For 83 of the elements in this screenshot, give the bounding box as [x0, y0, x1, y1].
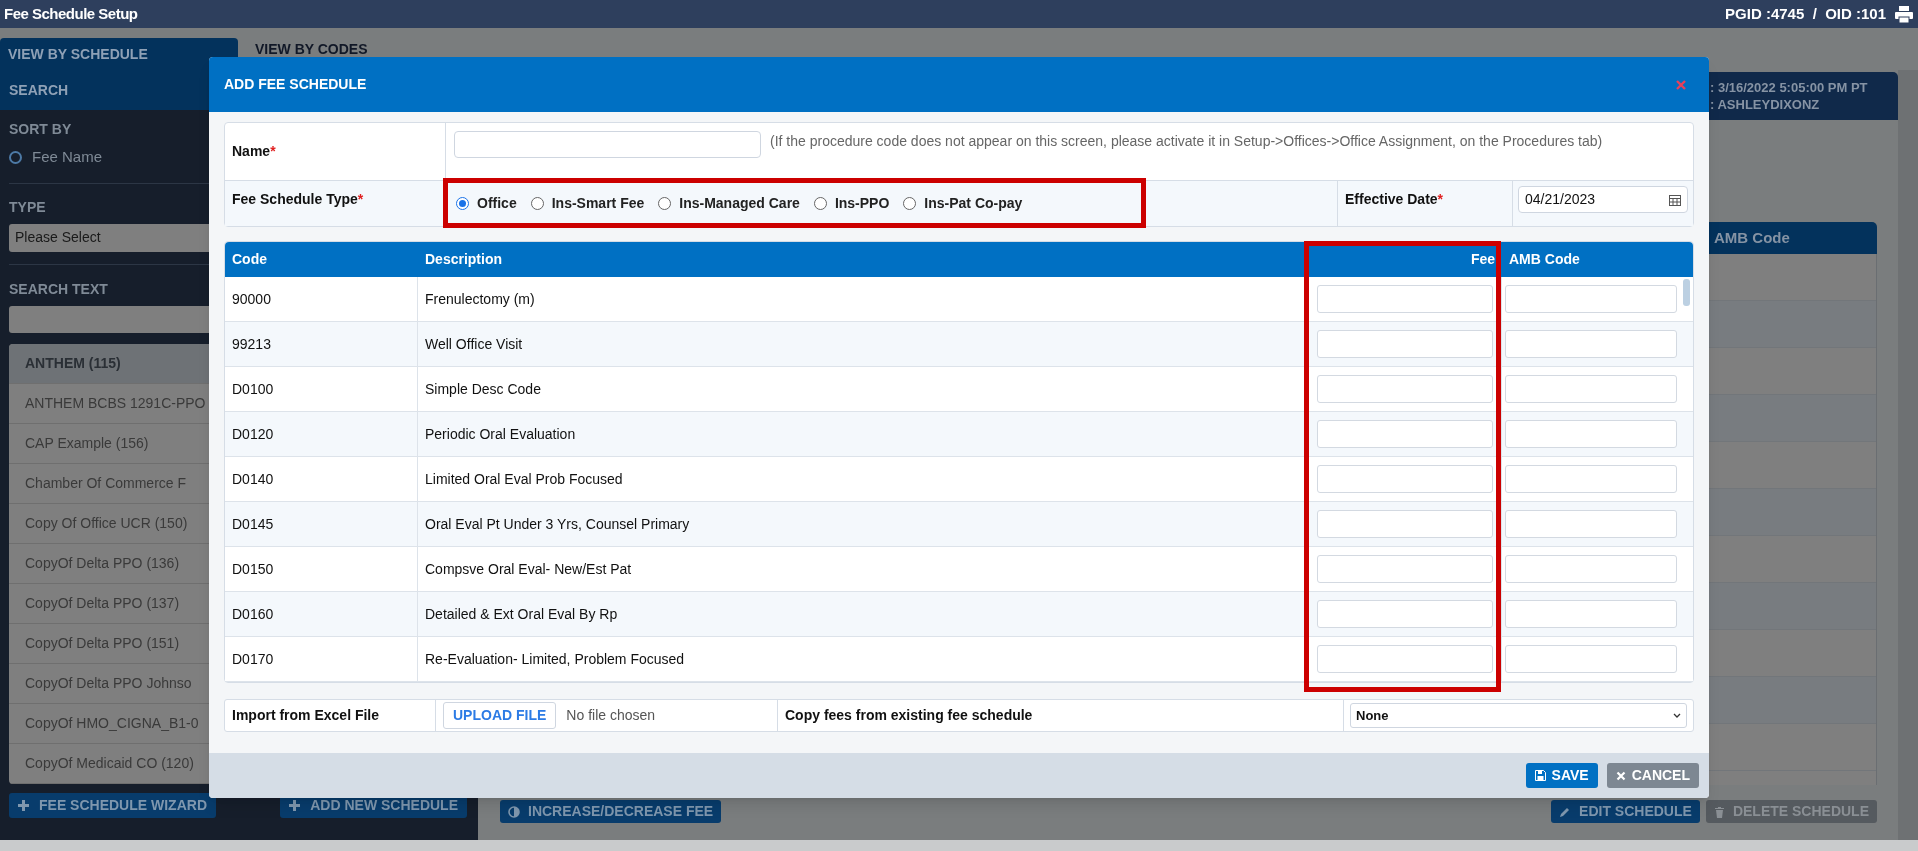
radio-label: Ins-Managed Care: [679, 193, 800, 213]
radio-button[interactable]: [903, 196, 917, 210]
radio-button[interactable]: [813, 196, 827, 210]
amb-code-field[interactable]: [1505, 510, 1677, 538]
column-header: Fee: [1469, 250, 1496, 269]
field-label: Copy fees from existing fee schedule: [785, 706, 1033, 725]
printer-icon: [1894, 5, 1914, 23]
field-label: Name*: [232, 142, 276, 161]
radio-button[interactable]: [456, 196, 469, 210]
name-field[interactable]: [454, 131, 761, 158]
info-text: : 3/16/2022 5:05:00 PM PT: [1710, 79, 1869, 96]
fee-field[interactable]: [1317, 600, 1493, 628]
schedule-select[interactable]: None: [1350, 703, 1687, 728]
radio-label: Ins-PPO: [834, 193, 890, 213]
info-text: : ASHLEYDIXONZ: [1710, 96, 1821, 113]
upload-file-button[interactable]: UPLOAD FILE: [443, 702, 557, 729]
amb-code-field[interactable]: [1505, 555, 1677, 583]
fee-field[interactable]: [1317, 375, 1493, 403]
fee-field[interactable]: [1317, 420, 1493, 448]
plus-icon: [18, 799, 29, 811]
table-cell: D0100: [225, 367, 418, 411]
horizontal-scrollbar[interactable]: [0, 840, 1918, 851]
half-circle-icon: [508, 805, 520, 818]
section-label: SORT BY: [9, 120, 72, 139]
column-header: Description: [424, 250, 503, 269]
amb-code-field[interactable]: [1505, 645, 1677, 673]
radio-button[interactable]: [658, 196, 672, 210]
action-button[interactable]: EDIT SCHEDULE: [1551, 800, 1700, 823]
fee-field[interactable]: [1317, 555, 1493, 583]
pencil-icon: [1559, 805, 1572, 818]
amb-code-field[interactable]: [1505, 285, 1677, 313]
action-button[interactable]: INCREASE/DECREASE FEE: [500, 800, 722, 823]
date-field[interactable]: 04/21/2023: [1518, 186, 1688, 213]
fee-field[interactable]: [1317, 645, 1493, 673]
radio-label: Office: [477, 193, 517, 213]
chevron-down-icon: [1673, 713, 1681, 718]
page-scrollbar[interactable]: [1898, 70, 1918, 840]
radio-label: Fee Name: [32, 147, 103, 167]
scrollbar-thumb[interactable]: [1683, 279, 1690, 306]
amb-code-field[interactable]: [1505, 330, 1677, 358]
fee-field[interactable]: [1317, 285, 1493, 313]
calendar-icon: [1669, 193, 1681, 206]
amb-code-field[interactable]: [1505, 465, 1677, 493]
amb-code-field[interactable]: [1505, 420, 1677, 448]
view-tab[interactable]: VIEW BY SCHEDULE: [0, 38, 238, 70]
app-title: Fee Schedule Setup: [4, 3, 138, 24]
plus-icon: [289, 799, 301, 811]
amb-code-field[interactable]: [1505, 375, 1677, 403]
table-cell: D0150: [225, 547, 418, 591]
column-header: AMB Code: [1714, 227, 1790, 248]
dialog-button[interactable]: CANCEL: [1606, 763, 1699, 788]
field-label: Import from Excel File: [232, 706, 380, 725]
radio-label: Ins-Pat Co-pay: [924, 193, 1023, 213]
session-ids: PGID :4745 / OID :101: [1725, 3, 1886, 24]
table-cell: D0160: [225, 592, 418, 636]
sidebar-button[interactable]: FEE SCHEDULE WIZARD: [9, 792, 216, 818]
fee-field[interactable]: [1317, 510, 1493, 538]
close-icon: [1615, 770, 1626, 781]
radio-button[interactable]: [9, 150, 22, 164]
view-tab[interactable]: VIEW BY CODES: [247, 38, 376, 70]
table-cell: 90000: [225, 277, 418, 321]
section-label: TYPE: [9, 197, 46, 217]
trash-icon: [1713, 805, 1725, 818]
field-label: Effective Date*: [1345, 190, 1444, 209]
column-header: AMB Code: [1508, 250, 1581, 269]
table-cell: D0145: [225, 502, 418, 546]
dialog-button[interactable]: SAVE: [1525, 763, 1598, 788]
fee-field[interactable]: [1317, 465, 1493, 493]
field-label: Fee Schedule Type*: [232, 190, 364, 209]
amb-code-field[interactable]: [1505, 600, 1677, 628]
section-label: SEARCH TEXT: [9, 279, 108, 299]
dialog-title: ADD FEE SCHEDULE: [224, 75, 367, 94]
fee-field[interactable]: [1317, 330, 1493, 358]
table-cell: 99213: [225, 322, 418, 366]
radio-label: Ins-Smart Fee: [551, 193, 645, 213]
hint-text: (If the procedure code does not appear on this screen, please activate it in Setup->Offices->Office Assignment, on the Procedures tab): [770, 132, 1603, 151]
column-header: Code: [231, 250, 268, 269]
table-cell: D0120: [225, 412, 418, 456]
radio-button[interactable]: [530, 196, 544, 210]
table-cell: D0170: [225, 637, 418, 681]
table-cell: D0140: [225, 457, 418, 501]
close-icon[interactable]: [1676, 79, 1686, 90]
file-status: No file chosen: [566, 706, 656, 725]
